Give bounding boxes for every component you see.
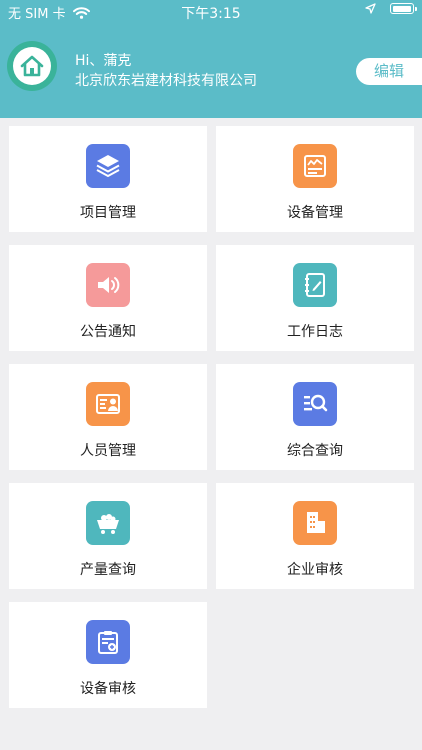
user-greeting: Hi、蒲克 xyxy=(75,53,132,69)
id-card-icon xyxy=(96,394,120,414)
battery-icon xyxy=(390,3,417,14)
avatar[interactable] xyxy=(7,41,57,91)
menu-icon-tile xyxy=(86,501,130,545)
menu-item-project-management[interactable]: 项目管理 xyxy=(9,126,207,232)
menu-icon-tile xyxy=(86,382,130,426)
menu-icon-tile xyxy=(293,144,337,188)
status-time: 下午3:15 xyxy=(181,6,241,22)
menu-item-enterprise-review[interactable]: 企业审核 xyxy=(216,483,414,589)
menu-item-label: 人员管理 xyxy=(80,443,136,459)
menu-icon-tile xyxy=(293,382,337,426)
notebook-icon xyxy=(305,273,325,297)
company-name: 北京欣东岩建材科技有限公司 xyxy=(75,73,257,89)
menu-item-comprehensive-query[interactable]: 综合查询 xyxy=(216,364,414,470)
menu-item-label: 企业审核 xyxy=(287,562,343,578)
status-bar: 无 SIM 卡 下午3:15 xyxy=(0,0,422,24)
menu-item-equipment-management[interactable]: 设备管理 xyxy=(216,126,414,232)
menu-item-output-query[interactable]: 产量查询 xyxy=(9,483,207,589)
menu-grid: 项目管理 设备管理 公告通知 工作日志 人员管理 综合查询 产量查询 企业审核 … xyxy=(9,126,414,708)
battery-fill xyxy=(392,5,411,12)
status-right xyxy=(365,3,417,14)
search-list-icon xyxy=(304,394,328,412)
location-arrow-icon xyxy=(365,3,376,14)
menu-item-work-log[interactable]: 工作日志 xyxy=(216,245,414,351)
menu-item-announcements[interactable]: 公告通知 xyxy=(9,245,207,351)
avatar-inner xyxy=(13,47,51,85)
cart-icon xyxy=(97,514,119,534)
speaker-icon xyxy=(98,277,120,293)
edit-button[interactable]: 编辑 xyxy=(356,58,422,85)
home-icon xyxy=(20,55,44,77)
menu-item-label: 设备管理 xyxy=(287,205,343,221)
menu-item-label: 项目管理 xyxy=(80,205,136,221)
app-header: 无 SIM 卡 下午3:15 Hi、蒲克 北京欣东岩建材科技有限公司 编辑 xyxy=(0,0,422,118)
menu-item-personnel-management[interactable]: 人员管理 xyxy=(9,364,207,470)
building-icon xyxy=(307,512,325,533)
menu-item-label: 设备审核 xyxy=(80,681,136,697)
menu-item-label: 公告通知 xyxy=(80,324,136,340)
menu-icon-tile xyxy=(293,501,337,545)
menu-item-label: 综合查询 xyxy=(287,443,343,459)
menu-icon-tile xyxy=(293,263,337,307)
layers-icon xyxy=(96,155,120,177)
menu-icon-tile xyxy=(86,620,130,664)
menu-icon-tile xyxy=(86,144,130,188)
clipboard-icon xyxy=(98,631,118,654)
menu-item-label: 工作日志 xyxy=(287,324,343,340)
menu-item-label: 产量查询 xyxy=(80,562,136,578)
menu-item-equipment-review[interactable]: 设备审核 xyxy=(9,602,207,708)
menu-icon-tile xyxy=(86,263,130,307)
monitor-icon xyxy=(304,155,326,177)
